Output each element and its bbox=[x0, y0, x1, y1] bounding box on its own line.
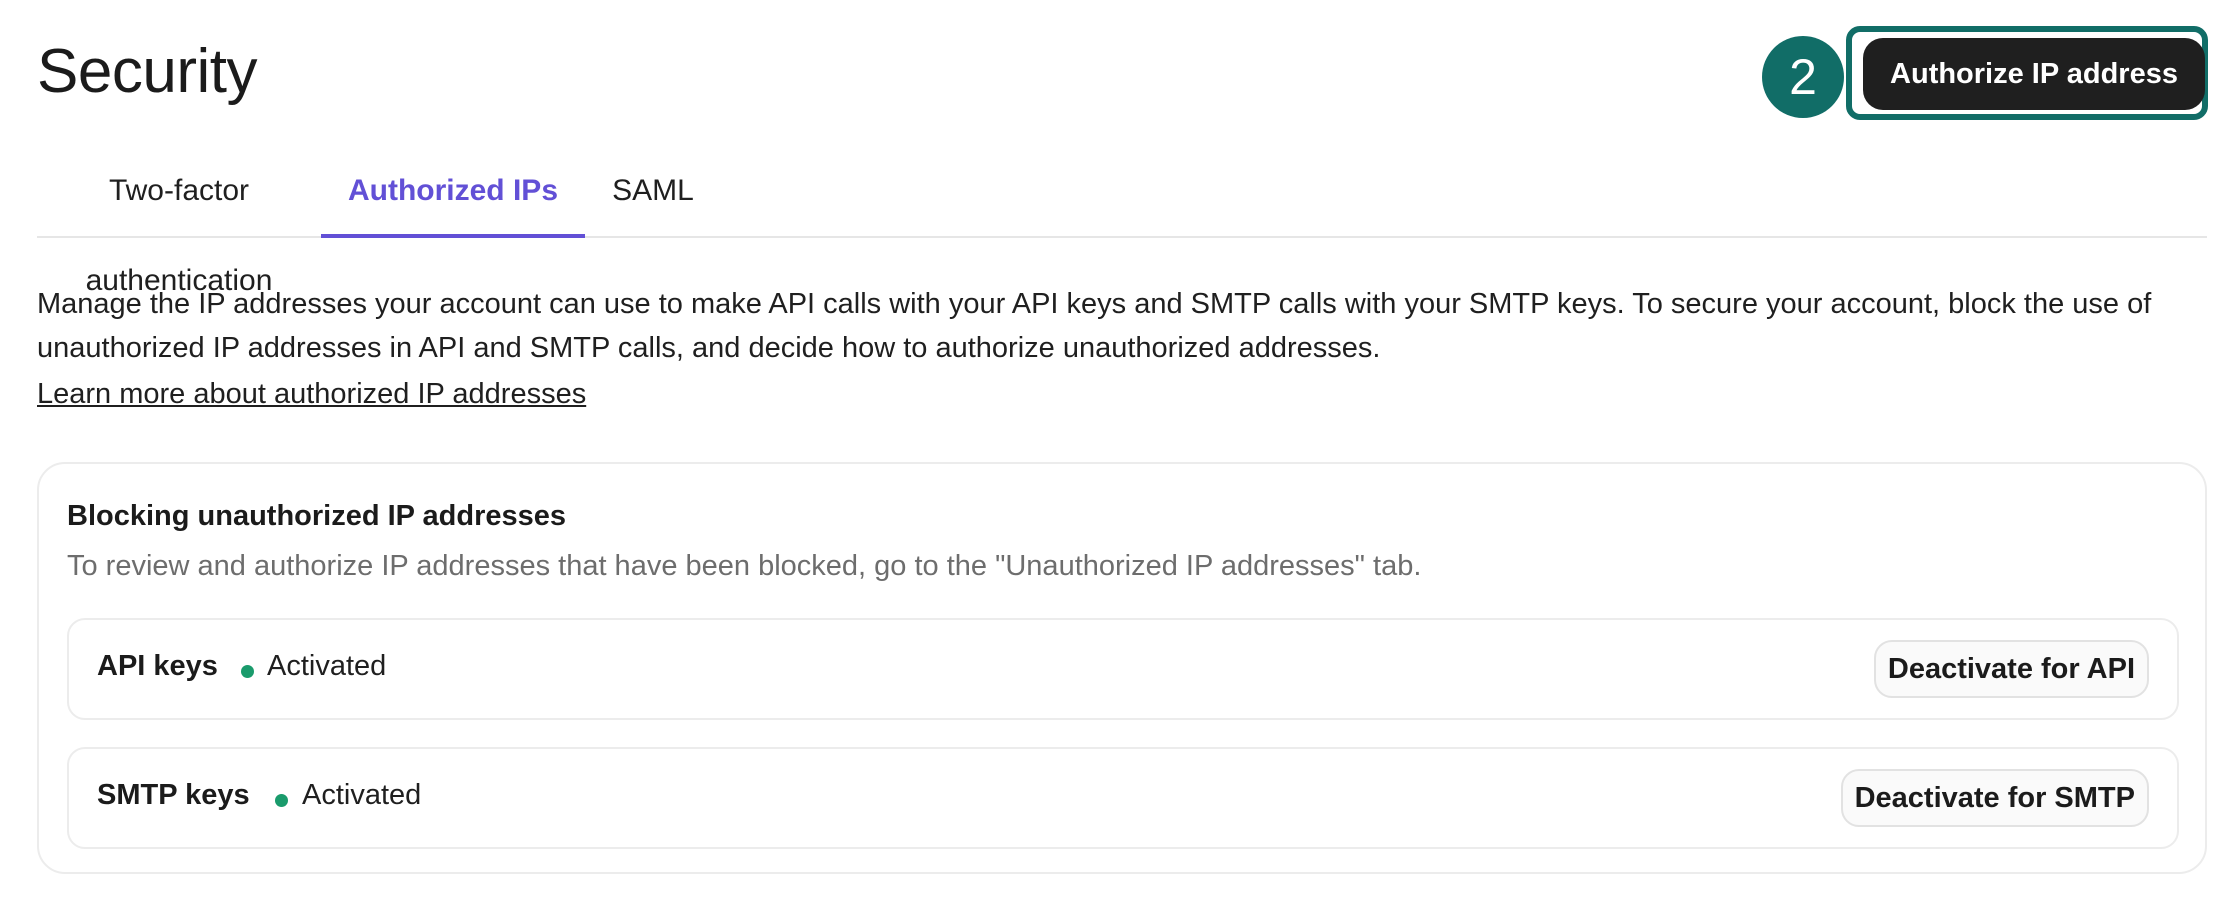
status-dot-icon bbox=[241, 665, 254, 678]
card-subtitle: To review and authorize IP addresses tha… bbox=[67, 550, 1422, 582]
card-title: Blocking unauthorized IP addresses bbox=[67, 500, 567, 532]
api-keys-row: API keys Activated Deactivate for API bbox=[67, 618, 2179, 720]
page-title: Security bbox=[37, 37, 257, 106]
blocking-unauthorized-ips-card: Blocking unauthorized IP addresses To re… bbox=[37, 462, 2207, 874]
authorized-ips-description: Manage the IP addresses your account can… bbox=[37, 288, 2152, 364]
status-dot-icon bbox=[275, 794, 288, 807]
step-number-badge: 2 bbox=[1762, 36, 1844, 118]
smtp-keys-row: SMTP keys Activated Deactivate for SMTP bbox=[67, 747, 2179, 849]
smtp-keys-label: SMTP keys bbox=[97, 779, 250, 811]
api-keys-status: Activated bbox=[267, 650, 387, 682]
tab-two-factor-authentication[interactable]: Two-factor authentication bbox=[37, 146, 321, 297]
authorize-ip-address-button[interactable]: Authorize IP address bbox=[1863, 38, 2205, 110]
tab-authorized-ips[interactable]: Authorized IPs bbox=[321, 146, 585, 238]
api-keys-label: API keys bbox=[97, 650, 218, 682]
learn-more-link[interactable]: Learn more about authorized IP addresses bbox=[37, 378, 586, 411]
security-tabs: Two-factor authentication Authorized IPs… bbox=[37, 146, 2207, 297]
smtp-keys-status: Activated bbox=[302, 779, 422, 811]
deactivate-for-api-button[interactable]: Deactivate for API bbox=[1873, 640, 2149, 698]
tab-saml[interactable]: SAML bbox=[585, 146, 721, 238]
deactivate-for-smtp-button[interactable]: Deactivate for SMTP bbox=[1840, 769, 2149, 827]
